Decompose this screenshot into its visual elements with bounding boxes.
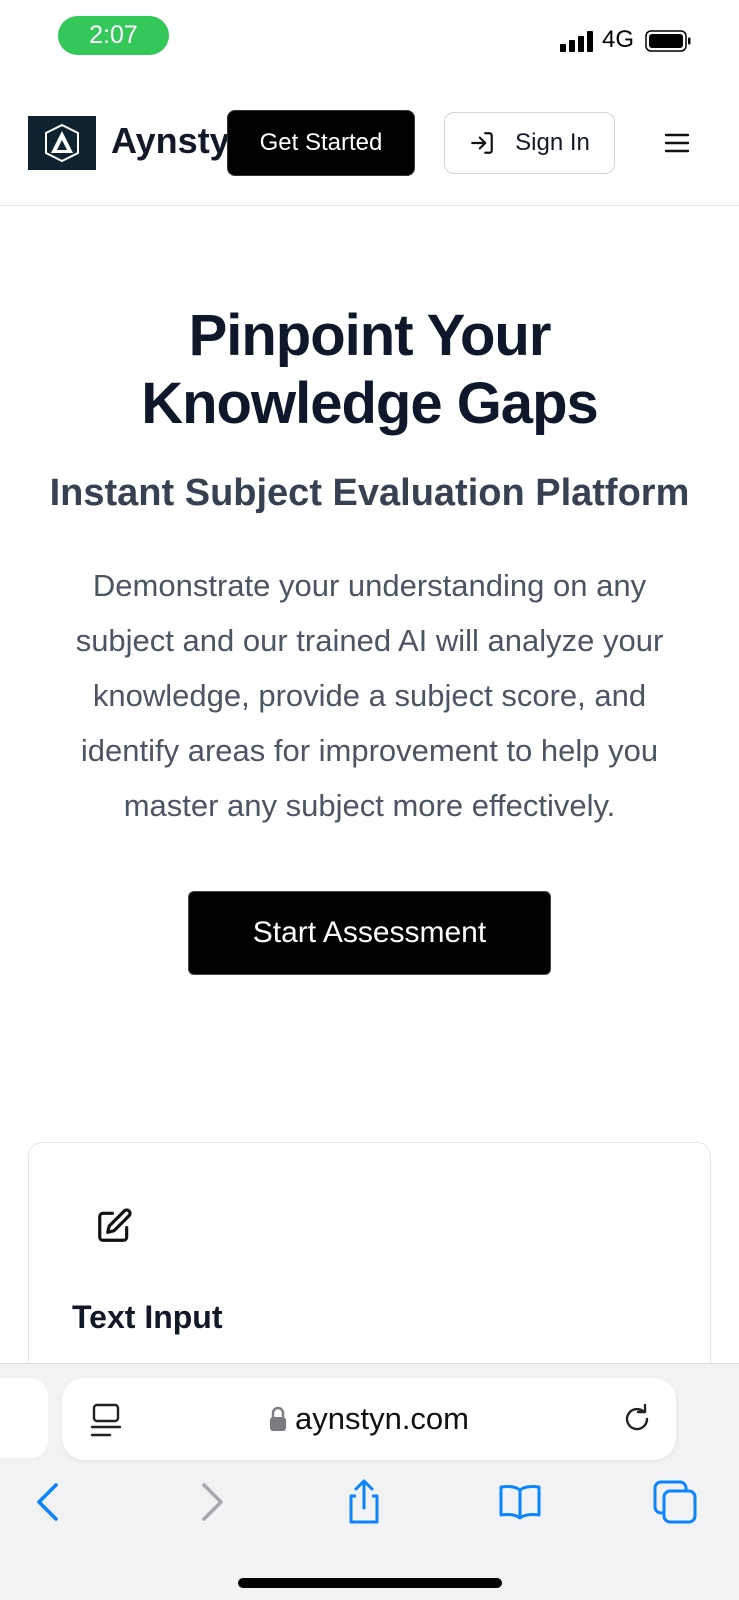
hero-title-line-2: Knowledge Gaps — [141, 371, 599, 436]
card-title: Text Input — [72, 1299, 223, 1335]
battery-icon — [645, 30, 691, 52]
home-indicator — [238, 1578, 502, 1588]
browser-toolbar: aynstyn.com — [0, 1363, 739, 1600]
reload-icon[interactable] — [620, 1402, 654, 1436]
bookmarks-icon[interactable] — [497, 1479, 543, 1525]
address-bar[interactable]: aynstyn.com — [62, 1378, 676, 1460]
hero-title: Pinpoint Your Knowledge Gaps — [0, 302, 739, 438]
start-assessment-button[interactable]: Start Assessment — [188, 891, 551, 975]
get-started-button[interactable]: Get Started — [227, 110, 415, 176]
sign-in-icon — [471, 132, 493, 154]
previous-tab-preview[interactable] — [0, 1378, 48, 1458]
lock-icon — [269, 1406, 286, 1431]
sign-in-label: Sign In — [515, 129, 590, 156]
sign-in-button[interactable]: Sign In — [444, 112, 615, 174]
share-icon[interactable] — [341, 1479, 387, 1525]
tabs-icon[interactable] — [652, 1479, 698, 1525]
edit-icon — [98, 1208, 132, 1242]
logo-icon — [45, 123, 79, 163]
hero-subtitle: Instant Subject Evaluation Platform — [49, 472, 690, 514]
back-icon[interactable] — [26, 1479, 72, 1525]
menu-icon[interactable] — [662, 128, 692, 158]
url-text: aynstyn.com — [294, 1401, 469, 1436]
hero-title-line-1: Pinpoint Your — [188, 303, 552, 368]
forward-icon[interactable] — [188, 1479, 234, 1525]
hero-description: Demonstrate your understanding on any su… — [75, 568, 664, 823]
site-header: Aynstyn Get Started Sign In — [0, 80, 739, 206]
cellular-signal-icon — [560, 30, 594, 52]
logo[interactable] — [28, 116, 96, 170]
network-type: 4G — [602, 26, 635, 53]
status-time: 2:07 — [58, 16, 169, 55]
url-display: aynstyn.com — [62, 1378, 676, 1460]
status-bar: 2:07 4G — [0, 0, 739, 80]
